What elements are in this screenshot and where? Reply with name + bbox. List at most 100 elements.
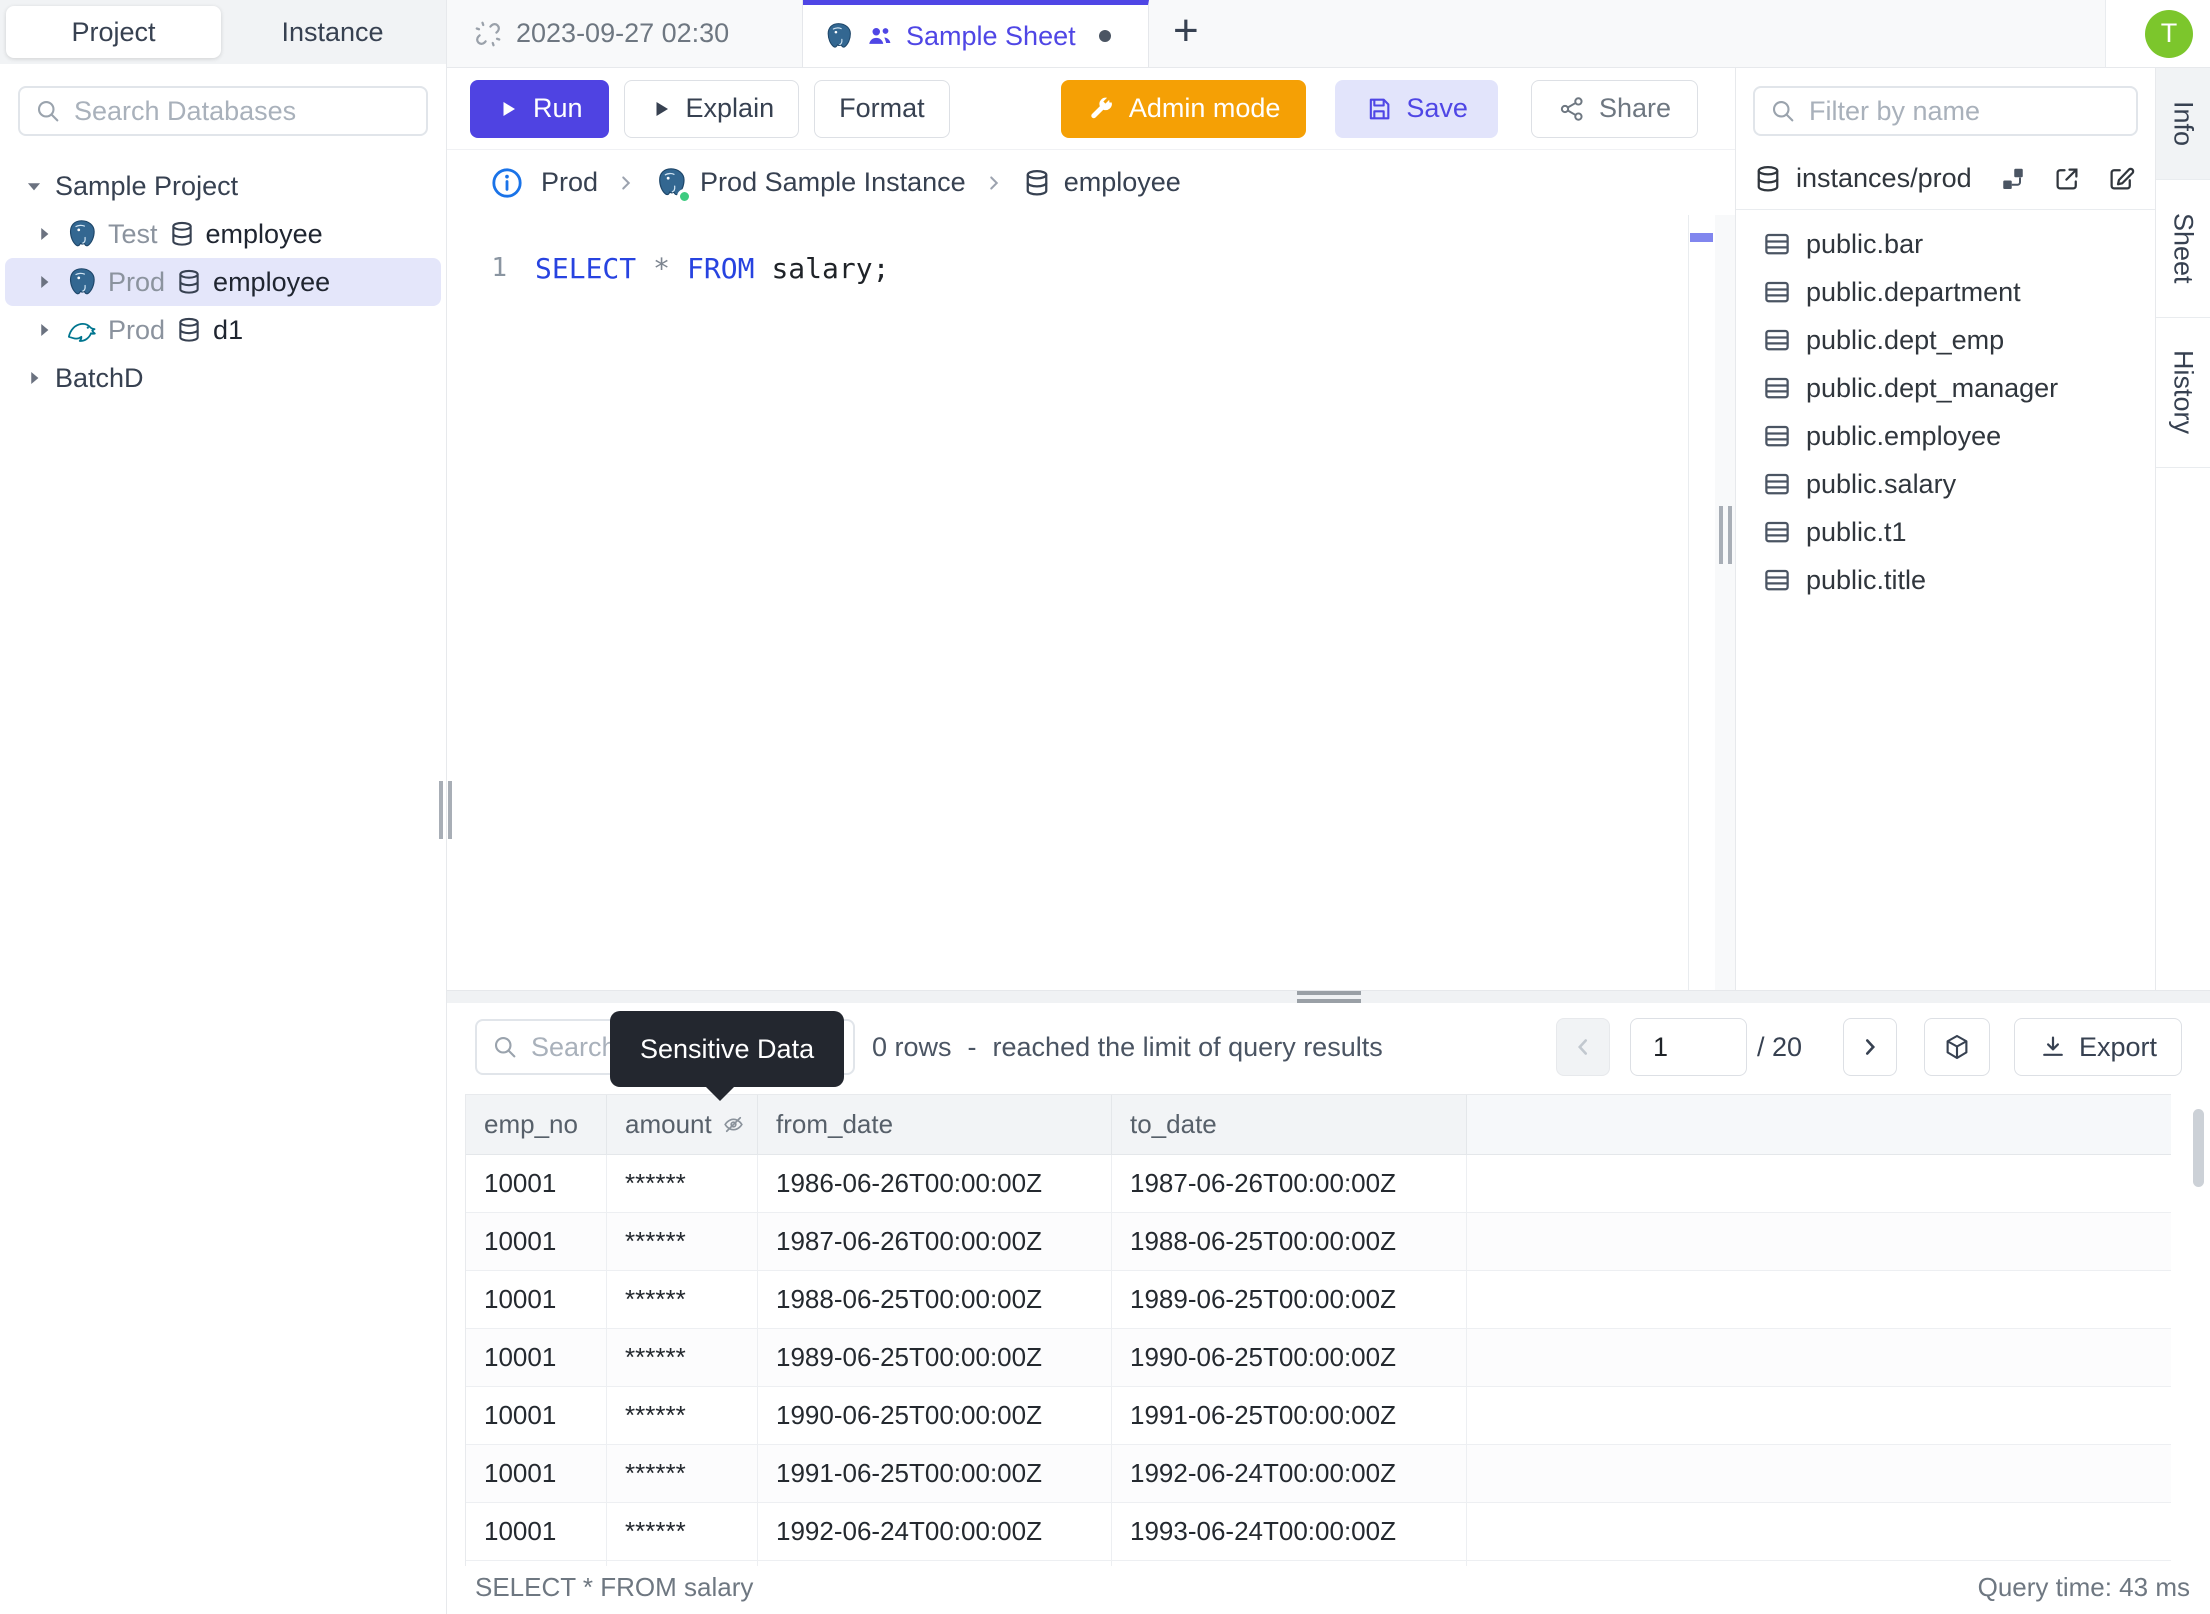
tab-info[interactable]: Info <box>2156 68 2210 180</box>
cell-amount-masked: ****** <box>607 1155 758 1213</box>
table-row[interactable]: 10001 ****** 1992-06-24T00:00:00Z 1993-0… <box>466 1503 2171 1561</box>
tab-timestamp-sheet[interactable]: 2023-09-27 02:30 <box>447 0 803 67</box>
mysql-icon <box>67 322 96 342</box>
search-icon <box>1772 100 1794 122</box>
schema-table-item[interactable]: public.dept_emp <box>1736 316 2155 364</box>
cell-from-date: 1986-06-26T00:00:00Z <box>758 1155 1112 1213</box>
schema-table-item[interactable]: public.t1 <box>1736 508 2155 556</box>
row-count: 0 rows <box>872 1031 952 1062</box>
tab-history-label: History <box>2168 350 2199 435</box>
table-row[interactable]: 10001 ****** 1991-06-25T00:00:00Z 1992-0… <box>466 1445 2171 1503</box>
column-header-to-date[interactable]: to_date <box>1112 1095 1467 1155</box>
database-icon <box>1757 165 1779 192</box>
chevron-right-icon <box>31 371 39 385</box>
prev-page-button[interactable] <box>1555 1018 1610 1076</box>
edit-icon[interactable] <box>2106 164 2136 194</box>
breadcrumb-instance[interactable]: Prod Sample Instance <box>654 166 966 204</box>
tab-instance-label: Instance <box>281 16 384 47</box>
search-databases-input[interactable] <box>74 95 412 127</box>
tab-sheet-label: Sheet <box>2168 213 2199 284</box>
schema-table-item[interactable]: public.department <box>1736 268 2155 316</box>
database-label: employee <box>213 266 331 297</box>
schema-panel: instances/prod public.bar public.departm… <box>1735 68 2155 990</box>
tab-info-label: Info <box>2168 100 2199 147</box>
table-row[interactable]: 10001 ****** 1987-06-26T00:00:00Z 1988-0… <box>466 1213 2171 1271</box>
breadcrumb-database[interactable]: employee <box>1022 167 1181 198</box>
cell-filler <box>1467 1503 2171 1561</box>
sidebar-resize-handle[interactable] <box>439 781 452 839</box>
cell-to-date: 1993-06-24T00:00:00Z <box>1112 1503 1467 1561</box>
tooltip-label: Sensitive Data <box>640 1033 815 1064</box>
table-row[interactable]: 10001 ****** 1988-06-25T00:00:00Z 1989-0… <box>466 1271 2171 1329</box>
tab-instance[interactable]: Instance <box>225 6 440 58</box>
schema-table-item[interactable]: public.dept_manager <box>1736 364 2155 412</box>
database-label: employee <box>205 218 323 249</box>
tree-item-batchd[interactable]: BatchD <box>0 354 446 402</box>
limit-note: reached the limit of query results <box>992 1031 1383 1062</box>
schema-table-name: public.department <box>1806 276 2021 307</box>
schema-table-item[interactable]: public.salary <box>1736 460 2155 508</box>
tree-item-test-employee[interactable]: Test employee <box>0 210 446 258</box>
export-button[interactable]: Export <box>2013 1018 2182 1076</box>
table-row[interactable]: 10001 ****** 1990-06-25T00:00:00Z 1991-0… <box>466 1387 2171 1445</box>
format-label: Format <box>839 93 925 123</box>
table-icon <box>1765 281 1789 303</box>
tab-project[interactable]: Project <box>6 6 221 58</box>
cell-to-date: 1988-06-25T00:00:00Z <box>1112 1213 1467 1271</box>
environment-label: Prod <box>108 314 166 345</box>
schema-diagram-icon[interactable] <box>1998 164 2028 194</box>
cube-button[interactable] <box>1923 1018 1990 1076</box>
page-total: / 20 <box>1756 1031 1802 1062</box>
editor-scroll-gutter <box>1688 215 1689 990</box>
next-page-button[interactable] <box>1842 1018 1897 1076</box>
tab-history[interactable]: History <box>2156 318 2210 468</box>
cell-amount-masked: ****** <box>607 1387 758 1445</box>
cell-amount-masked: ****** <box>607 1213 758 1271</box>
link-broken-icon <box>475 21 501 46</box>
share-button[interactable]: Share <box>1530 79 1698 138</box>
tab-sheet[interactable]: Sheet <box>2156 180 2210 318</box>
tab-sample-sheet[interactable]: Sample Sheet <box>803 0 1149 67</box>
run-button[interactable]: Run <box>470 79 609 138</box>
format-button[interactable]: Format <box>814 79 950 138</box>
tree-item-prod-d1[interactable]: Prod d1 <box>0 306 446 354</box>
chevron-right-icon <box>41 323 49 337</box>
new-tab-button[interactable]: + <box>1149 0 1199 67</box>
results-table-body: 10001 ****** 1986-06-26T00:00:00Z 1987-0… <box>466 1155 2171 1561</box>
admin-mode-button[interactable]: Admin mode <box>1060 79 1307 138</box>
table-row[interactable]: 10001 ****** 1989-06-25T00:00:00Z 1990-0… <box>466 1329 2171 1387</box>
schema-table-item[interactable]: public.title <box>1736 556 2155 604</box>
schema-table-item[interactable]: public.bar <box>1736 220 2155 268</box>
tree-item-prod-employee[interactable]: Prod employee <box>5 258 441 306</box>
eye-off-icon[interactable] <box>721 1112 746 1137</box>
info-icon[interactable] <box>490 166 524 200</box>
cell-to-date: 1992-06-24T00:00:00Z <box>1112 1445 1467 1503</box>
panel-gap <box>1715 215 1735 990</box>
sql-editor[interactable]: 1 SELECT * FROM salary; <box>447 215 1735 990</box>
cell-to-date: 1991-06-25T00:00:00Z <box>1112 1387 1467 1445</box>
avatar[interactable]: T <box>2145 9 2193 58</box>
schema-table-item[interactable]: public.employee <box>1736 412 2155 460</box>
breadcrumb-environment[interactable]: Prod <box>541 167 598 198</box>
column-header-emp-no[interactable]: emp_no <box>466 1095 607 1155</box>
explain-button[interactable]: Explain <box>623 79 800 138</box>
breadcrumb-env-label: Prod <box>541 167 599 197</box>
table-row[interactable]: 10001 ****** 1986-06-26T00:00:00Z 1987-0… <box>466 1155 2171 1213</box>
explain-label: Explain <box>685 93 775 123</box>
external-link-icon[interactable] <box>2052 164 2082 194</box>
schema-panel-resize-handle[interactable] <box>1719 506 1732 564</box>
save-button[interactable]: Save <box>1335 79 1498 138</box>
results-resize-handle[interactable] <box>447 991 2210 1003</box>
environment-label: Prod <box>108 266 166 297</box>
sql-statement: SELECT * FROM salary; <box>535 251 890 285</box>
cell-filler <box>1467 1445 2171 1503</box>
page-number-input[interactable] <box>1629 1018 1747 1076</box>
column-header-amount[interactable]: amount <box>607 1095 758 1155</box>
left-sidebar: Project Instance Sample Project Test emp… <box>0 0 447 1614</box>
play-icon <box>503 101 515 116</box>
tab-bar: 2023-09-27 02:30 Sample Sheet + T <box>447 0 2210 68</box>
column-header-from-date[interactable]: from_date <box>758 1095 1112 1155</box>
scrollbar-thumb[interactable] <box>2193 1109 2204 1187</box>
tree-item-sample-project[interactable]: Sample Project <box>0 162 446 210</box>
filter-by-name-input[interactable] <box>1809 95 2122 127</box>
